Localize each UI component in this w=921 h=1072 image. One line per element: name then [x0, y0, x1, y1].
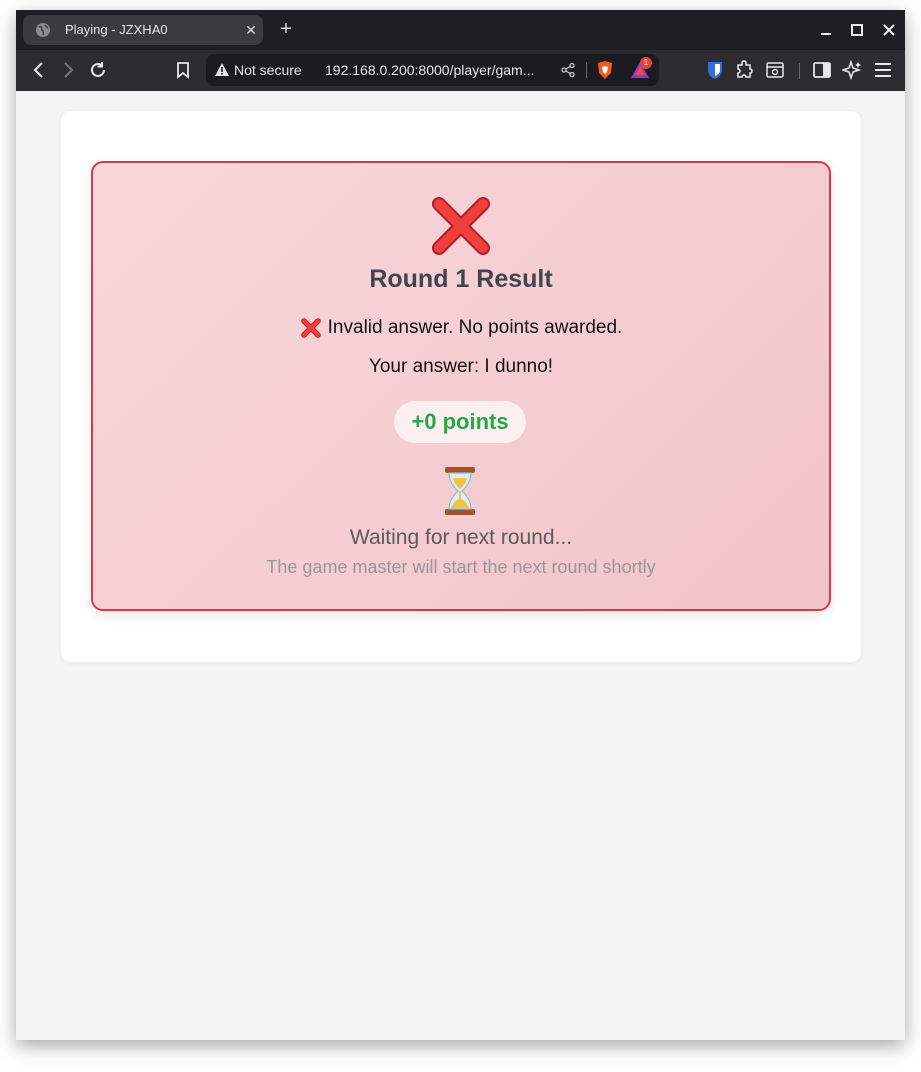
answer-label: Your answer:: [368, 356, 480, 377]
browser-window: Playing - JZXHA0 ✕ + Not secure 192.168.…: [16, 10, 905, 1040]
waiting-subtitle: The game master will start the next roun…: [266, 557, 656, 577]
sidebar-icon[interactable]: [811, 59, 833, 81]
forward-icon[interactable]: [57, 59, 79, 81]
round-result-panel: Round 1 Result Invalid answer. No points…: [91, 161, 831, 611]
answer-value: I dunno!: [484, 356, 554, 377]
hourglass-icon: [445, 467, 475, 515]
new-tab-icon[interactable]: +: [276, 19, 296, 39]
bookmark-icon[interactable]: [172, 59, 194, 81]
page-content: Round 1 Result Invalid answer. No points…: [16, 91, 905, 1040]
tab-title: Playing - JZXHA0: [65, 22, 168, 37]
result-message: Invalid answer. No points awarded.: [93, 317, 829, 339]
address-bar[interactable]: Not secure 192.168.0.200:8000/player/gam…: [206, 54, 659, 86]
rewards-badge: 1: [640, 57, 652, 69]
game-card: Round 1 Result Invalid answer. No points…: [61, 111, 861, 662]
leo-ai-icon[interactable]: [842, 59, 864, 81]
browser-tab[interactable]: Playing - JZXHA0 ✕: [23, 15, 263, 45]
screenshot-icon[interactable]: [764, 59, 786, 81]
minimize-icon[interactable]: [816, 20, 836, 40]
warning-icon: [215, 63, 229, 76]
maximize-icon[interactable]: [847, 20, 867, 40]
browser-toolbar: Not secure 192.168.0.200:8000/player/gam…: [16, 50, 905, 91]
globe-icon: [36, 23, 50, 37]
toolbar-divider: [799, 63, 800, 79]
reload-icon[interactable]: [87, 59, 109, 81]
points-badge: +0 points: [394, 401, 526, 443]
brave-shields-icon[interactable]: [596, 60, 614, 80]
close-window-icon[interactable]: [879, 20, 899, 40]
security-label[interactable]: Not secure: [234, 62, 302, 78]
address-divider: [586, 62, 587, 78]
waiting-title: Waiting for next round...: [349, 526, 573, 549]
bitwarden-icon[interactable]: [704, 59, 726, 81]
share-icon[interactable]: [560, 62, 576, 78]
title-bar: Playing - JZXHA0 ✕ +: [16, 10, 905, 50]
result-message-text: Invalid answer. No points awarded.: [327, 317, 623, 338]
tab-close-icon[interactable]: ✕: [242, 21, 260, 39]
your-answer: Your answer: I dunno!: [93, 356, 829, 378]
round-result-title: Round 1 Result: [369, 265, 553, 293]
back-icon[interactable]: [28, 59, 50, 81]
menu-icon[interactable]: [872, 59, 894, 81]
cross-mark-icon: [300, 318, 321, 338]
url-text[interactable]: 192.168.0.200:8000/player/gam...: [325, 62, 534, 78]
extensions-icon[interactable]: [734, 59, 756, 81]
cross-mark-icon: [432, 197, 490, 255]
